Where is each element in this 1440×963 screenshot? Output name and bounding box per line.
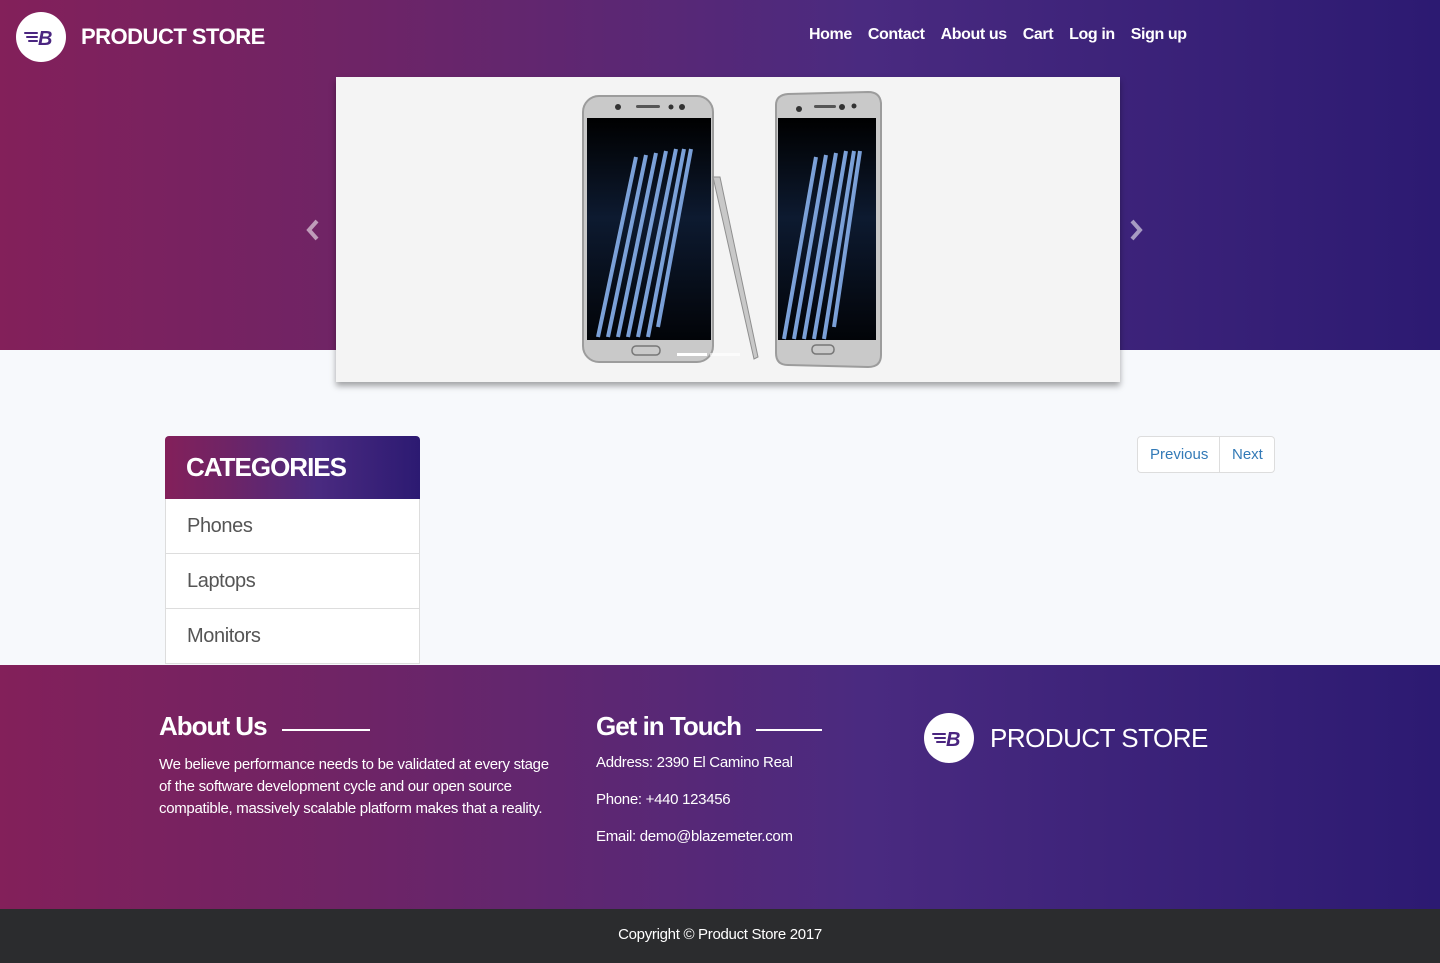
svg-text:B: B	[38, 28, 52, 49]
category-phones[interactable]: Phones	[165, 499, 420, 554]
next-button[interactable]: Next	[1220, 436, 1275, 473]
footer-brand: B PRODUCT STORE	[924, 713, 1208, 763]
copyright-bar: Copyright © Product Store 2017	[0, 909, 1440, 963]
contact-email: Email: demo@blazemeter.com	[596, 828, 793, 845]
carousel-indicator-2[interactable]	[710, 353, 740, 356]
brand-title: PRODUCT STORE	[81, 24, 265, 49]
get-in-touch-heading: Get in Touch	[596, 711, 742, 741]
nav-sign-up[interactable]: Sign up	[1131, 26, 1187, 44]
category-laptops[interactable]: Laptops	[165, 554, 420, 609]
heading-divider	[755, 728, 822, 731]
about-us-heading: About Us	[159, 711, 268, 741]
footer: About Us We believe performance needs to…	[0, 665, 1440, 909]
nav-cart[interactable]: Cart	[1023, 26, 1054, 44]
footer-logo-icon: B	[924, 713, 974, 763]
product-carousel	[336, 77, 1120, 382]
nav-log-in[interactable]: Log in	[1069, 26, 1115, 44]
footer-about-section: About Us We believe performance needs to…	[159, 711, 559, 820]
categories-title[interactable]: CATEGORIES	[165, 436, 420, 499]
nav-about-us[interactable]: About us	[941, 26, 1008, 44]
carousel-next-arrow-icon[interactable]	[1124, 216, 1148, 244]
contact-phone: Phone: +440 123456	[596, 791, 731, 808]
main-nav: Home Contact About us Cart Log in Sign u…	[809, 26, 1203, 44]
carousel-indicators	[677, 353, 740, 356]
svg-text:B: B	[946, 729, 960, 750]
footer-contact-section: Get in Touch Address: 2390 El Camino Rea…	[596, 711, 856, 845]
footer-brand-title: PRODUCT STORE	[990, 722, 1208, 753]
carousel-indicator-1[interactable]	[677, 353, 707, 356]
categories-panel: CATEGORIES Phones Laptops Monitors	[165, 436, 420, 664]
category-monitors[interactable]: Monitors	[165, 609, 420, 664]
nav-home[interactable]: Home	[809, 26, 852, 44]
previous-button[interactable]: Previous	[1137, 436, 1220, 473]
contact-address: Address: 2390 El Camino Real	[596, 754, 793, 771]
footer-contact-title: Get in Touch	[596, 711, 856, 742]
pagination: Previous Next	[1137, 436, 1275, 473]
carousel-slide-image	[582, 90, 882, 369]
brand-logo-icon: B	[16, 12, 66, 62]
nav-contact[interactable]: Contact	[868, 26, 925, 44]
brand-link[interactable]: B PRODUCT STORE	[16, 12, 265, 62]
about-us-text: We believe performance needs to be valid…	[159, 756, 549, 817]
footer-about-title: About Us	[159, 711, 559, 742]
carousel-prev-arrow-icon[interactable]	[301, 216, 325, 244]
heading-divider	[281, 728, 370, 731]
